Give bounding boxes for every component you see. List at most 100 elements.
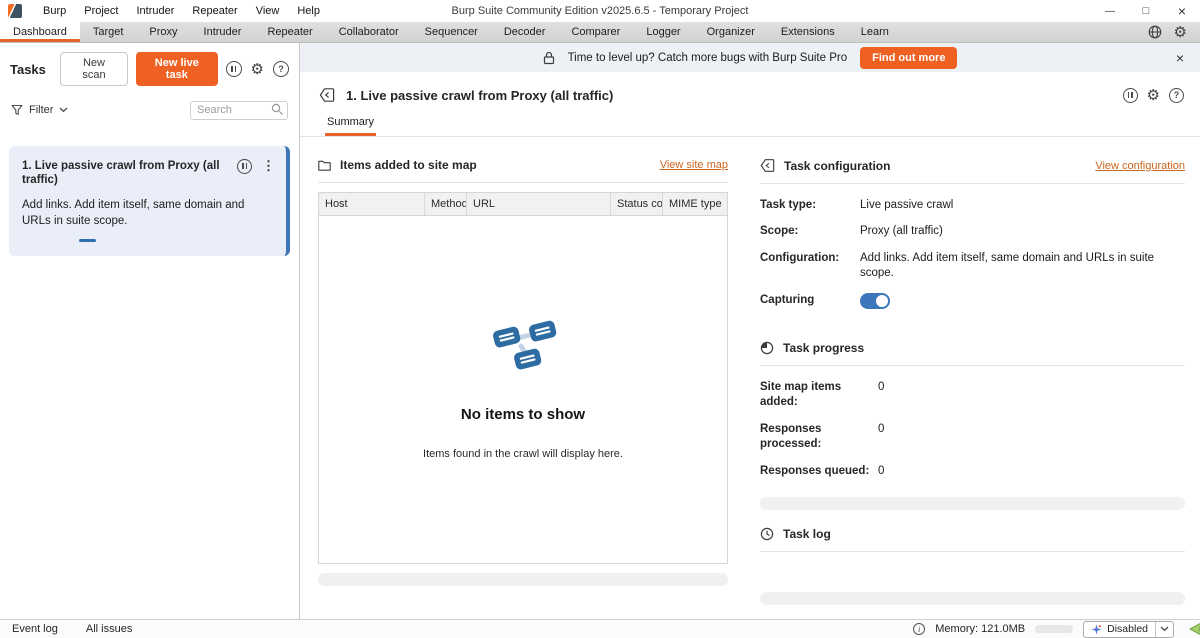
task-pause-icon[interactable] [237, 159, 252, 174]
search-icon [271, 103, 284, 116]
ai-dropdown-chevron[interactable] [1155, 622, 1173, 637]
view-configuration-link[interactable]: View configuration [1095, 160, 1185, 172]
menu-view[interactable]: View [247, 5, 289, 17]
column-header-method[interactable]: Method [425, 193, 467, 215]
settings-gear-icon[interactable]: ⚙ [1174, 25, 1187, 40]
folder-icon [318, 160, 331, 171]
view-site-map-link[interactable]: View site map [660, 159, 728, 171]
log-panel-title: Task log [783, 527, 831, 541]
new-scan-button[interactable]: New scan [60, 52, 128, 86]
upgrade-banner: Time to level up? Catch more bugs with B… [300, 43, 1200, 72]
task-progress-dash [79, 239, 96, 243]
progress-panel-title: Task progress [783, 341, 864, 355]
clock-icon [760, 527, 774, 541]
tasks-help-icon[interactable]: ? [273, 61, 289, 77]
filter-control[interactable]: Filter [11, 104, 68, 116]
column-header-url[interactable]: URL [467, 193, 611, 215]
lock-icon [543, 51, 555, 65]
panel-divider [760, 497, 1185, 510]
memory-usage: Memory: 121.0MB [935, 623, 1025, 635]
banner-close-icon[interactable]: × [1176, 43, 1184, 72]
menu-project[interactable]: Project [75, 5, 127, 17]
task-card[interactable]: 1. Live passive crawl from Proxy (all tr… [9, 146, 290, 257]
status-bar: Event log All issues i Memory: 121.0MB D… [0, 619, 1200, 638]
burp-logo-icon [8, 4, 22, 18]
tasks-panel: Tasks New scan New live task ⚙ ? Filter [0, 43, 300, 619]
progress-row: Responses queued: 0 [760, 458, 1185, 485]
capturing-label: Capturing [760, 293, 860, 309]
tab-extensions[interactable]: Extensions [768, 22, 848, 42]
maximize-button[interactable]: □ [1128, 0, 1164, 22]
task-card-title: 1. Live passive crawl from Proxy (all tr… [22, 159, 230, 189]
banner-text: Time to level up? Catch more bugs with B… [568, 52, 848, 64]
title-bar: Burp Project Intruder Repeater View Help… [0, 0, 1200, 22]
tab-intruder[interactable]: Intruder [191, 22, 255, 42]
menu-help[interactable]: Help [288, 5, 329, 17]
column-header-host[interactable]: Host [319, 193, 425, 215]
task-detail-heading: 1. Live passive crawl from Proxy (all tr… [346, 88, 613, 103]
globe-icon[interactable] [1148, 25, 1162, 39]
chevron-down-icon [59, 107, 68, 113]
filter-label: Filter [29, 104, 53, 116]
tab-organizer[interactable]: Organizer [694, 22, 768, 42]
sitemap-panel: Items added to site map View site map Ho… [318, 153, 728, 605]
config-row: Scope: Proxy (all traffic) [760, 219, 1185, 246]
tab-collaborator[interactable]: Collaborator [326, 22, 412, 42]
task-log-panel: Task log [760, 522, 1185, 605]
tab-learn[interactable]: Learn [848, 22, 902, 42]
tab-target[interactable]: Target [80, 22, 137, 42]
progress-row: Site map items added: 0 [760, 374, 1185, 416]
info-icon: i [913, 623, 925, 635]
tab-proxy[interactable]: Proxy [136, 22, 190, 42]
find-out-more-button[interactable]: Find out more [860, 47, 957, 69]
config-row: Task type: Live passive crawl [760, 192, 1185, 219]
tasks-settings-gear-icon[interactable]: ⚙ [251, 62, 264, 77]
tasks-panel-title: Tasks [10, 62, 46, 77]
menu-burp[interactable]: Burp [34, 5, 75, 17]
horizontal-scrollbar-track[interactable] [318, 573, 728, 586]
progress-row: Responses processed: 0 [760, 416, 1185, 458]
task-tag-icon [760, 158, 775, 173]
column-header-status-code[interactable]: Status co... [611, 193, 663, 215]
pause-all-tasks-icon[interactable] [226, 61, 242, 77]
menu-intruder[interactable]: Intruder [128, 5, 184, 17]
burp-ai-dropdown[interactable]: Disabled [1083, 621, 1174, 638]
menu-repeater[interactable]: Repeater [183, 5, 246, 17]
tab-dashboard[interactable]: Dashboard [0, 22, 80, 42]
detail-help-icon[interactable]: ? [1169, 88, 1184, 103]
all-issues-button[interactable]: All issues [86, 623, 132, 635]
new-live-task-button[interactable]: New live task [136, 52, 217, 86]
tab-summary[interactable]: Summary [325, 113, 376, 136]
sitemap-table: Host Method URL Status co... MIME type [318, 192, 728, 564]
sitemap-empty-icon [488, 320, 558, 376]
tab-logger[interactable]: Logger [633, 22, 693, 42]
tab-repeater[interactable]: Repeater [254, 22, 325, 42]
config-row: Configuration: Add links. Add item itsel… [760, 245, 1185, 287]
tab-comparer[interactable]: Comparer [558, 22, 633, 42]
minimize-button[interactable]: — [1092, 0, 1128, 22]
task-card-description: Add links. Add item itself, same domain … [22, 197, 278, 229]
mouse-cursor [1187, 621, 1200, 637]
detail-settings-gear-icon[interactable]: ⚙ [1147, 88, 1160, 103]
horizontal-scrollbar-track[interactable] [760, 592, 1185, 605]
event-log-button[interactable]: Event log [12, 623, 58, 635]
close-button[interactable]: × [1164, 0, 1200, 22]
detail-pause-icon[interactable] [1123, 88, 1138, 103]
sitemap-empty-state: No items to show Items found in the craw… [319, 216, 727, 563]
task-menu-icon[interactable]: ⋮ [259, 159, 278, 172]
config-panel-title: Task configuration [784, 159, 890, 173]
empty-state-title: No items to show [461, 406, 585, 423]
main-tab-bar: Dashboard Target Proxy Intruder Repeater… [0, 22, 1200, 43]
task-tag-icon [319, 87, 335, 103]
task-progress-section: Task progress Site map items added: 0 Re… [760, 336, 1185, 485]
tab-sequencer[interactable]: Sequencer [412, 22, 491, 42]
funnel-icon [11, 104, 23, 116]
clock-pie-icon [760, 341, 774, 355]
column-header-mime-type[interactable]: MIME type [663, 193, 727, 215]
ai-sparkle-icon [1091, 624, 1102, 635]
tab-decoder[interactable]: Decoder [491, 22, 559, 42]
task-configuration-panel: Task configuration View configuration Ta… [760, 153, 1185, 485]
capturing-toggle[interactable] [860, 293, 890, 309]
empty-state-caption: Items found in the crawl will display he… [423, 448, 623, 460]
chevron-down-icon [1160, 626, 1169, 632]
